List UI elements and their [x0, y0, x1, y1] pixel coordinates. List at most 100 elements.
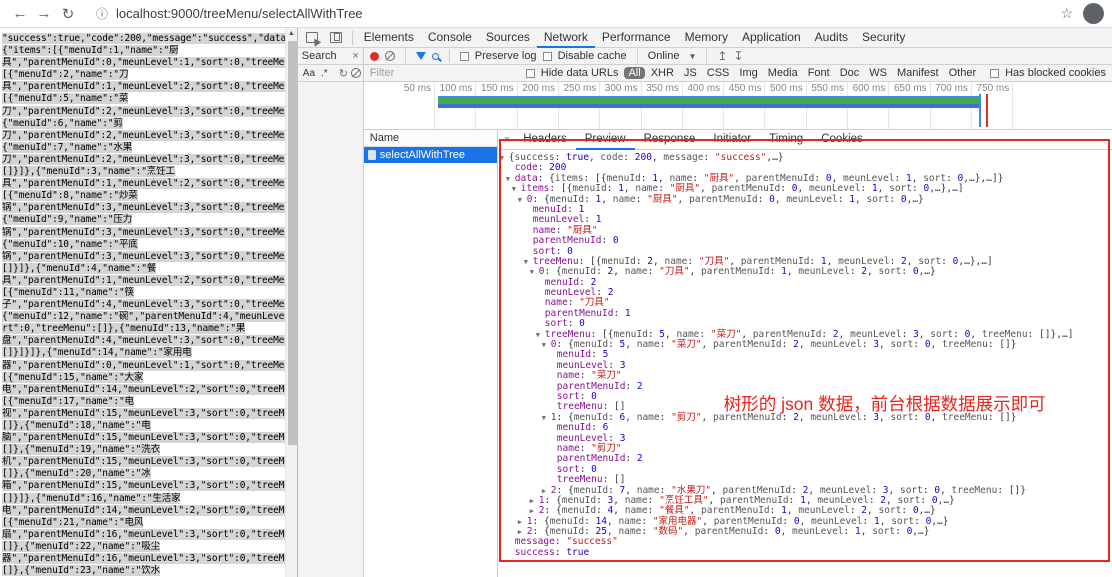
divider: [352, 31, 353, 45]
disclosure-triangle-open-icon[interactable]: ▼: [512, 184, 521, 194]
raw-json-line: {"menuId":7,"name":"水果: [2, 142, 285, 154]
devtools-tab-audits[interactable]: Audits: [808, 28, 855, 48]
disclosure-triangle-open-icon[interactable]: ▼: [524, 257, 533, 267]
disclosure-triangle-open-icon[interactable]: ▼: [530, 267, 539, 277]
timeline-tick: 50 ms: [394, 82, 435, 129]
record-button[interactable]: [370, 52, 379, 61]
export-har-icon[interactable]: ↧: [733, 49, 743, 63]
preview-line: success: true: [498, 548, 1112, 558]
filter-chip-img[interactable]: Img: [735, 67, 761, 79]
match-case-button[interactable]: Aa: [303, 68, 315, 79]
disable-cache-checkbox[interactable]: [543, 52, 552, 61]
page-scrollbar[interactable]: ▲: [285, 28, 297, 577]
disclosure-triangle-open-icon[interactable]: ▼: [536, 330, 545, 340]
disclosure-triangle-closed-icon[interactable]: ▶: [518, 517, 527, 527]
filter-funnel-icon[interactable]: [416, 52, 426, 60]
devtools-tab-security[interactable]: Security: [855, 28, 912, 48]
devtools-tab-elements[interactable]: Elements: [357, 28, 421, 48]
page-info-icon[interactable]: ⓘ: [96, 5, 108, 22]
hide-data-urls-checkbox[interactable]: [526, 69, 535, 78]
raw-json-line: []},{"menuId":19,"name":"洗衣: [2, 444, 285, 456]
disclosure-triangle-open-icon[interactable]: ▼: [518, 195, 527, 205]
document-icon: [368, 150, 376, 160]
clear-requests-icon[interactable]: [385, 51, 395, 61]
disclosure-triangle-open-icon[interactable]: ▼: [506, 174, 515, 184]
scrollbar-thumb[interactable]: [288, 41, 298, 445]
raw-json-line: 器","parentMenuId":16,"meunLevel":3,"sort…: [2, 553, 285, 565]
filter-chip-font[interactable]: Font: [804, 67, 834, 79]
filter-chip-js[interactable]: JS: [680, 67, 701, 79]
filter-chip-xhr[interactable]: XHR: [647, 67, 678, 79]
detail-tab-timing[interactable]: Timing: [760, 130, 812, 150]
page-content-raw-json: "success":true,"code":200,"message":"suc…: [0, 28, 285, 577]
preview-expandable-line[interactable]: ▼{success: true, code: 200, message: "su…: [498, 153, 1112, 163]
detail-tab-initiator[interactable]: Initiator: [704, 130, 760, 150]
search-clear-icon[interactable]: [351, 68, 361, 78]
search-pane-close-icon[interactable]: ×: [352, 50, 358, 62]
raw-json-line: 电","parentMenuId":14,"meunLevel":2,"sort…: [2, 505, 285, 517]
bookmark-star-icon[interactable]: ☆: [1060, 5, 1073, 22]
throttling-dropdown[interactable]: Online: [648, 50, 680, 62]
inspect-element-icon[interactable]: [306, 32, 318, 43]
search-icon[interactable]: [432, 53, 439, 60]
annotation-text: 树形的 json 数据，前台根据数据展示即可: [724, 391, 1046, 416]
preview-expandable-line[interactable]: ▼0: {menuId: 1, name: "厨具", parentMenuId…: [498, 195, 1112, 205]
network-overview-timeline[interactable]: 50 ms100 ms150 ms200 ms250 ms300 ms350 m…: [364, 82, 1112, 130]
devtools-tab-memory[interactable]: Memory: [678, 28, 735, 48]
scrollbar-up-arrow-icon[interactable]: ▲: [286, 28, 297, 40]
blocked-cookies-label: Has blocked cookies: [1005, 67, 1106, 79]
raw-json-line: []},{"menuId":22,"name":"吸尘: [2, 541, 285, 553]
raw-json-line: 盘","parentMenuId":4,"meunLevel":3,"sort"…: [2, 335, 285, 347]
detail-tab-response[interactable]: Response: [635, 130, 705, 150]
search-refresh-icon[interactable]: ↻: [339, 67, 348, 80]
filter-chip-doc[interactable]: Doc: [836, 67, 864, 79]
address-bar[interactable]: ⓘ localhost:9000/treeMenu/selectAllWithT…: [86, 3, 1040, 25]
disclosure-triangle-closed-icon[interactable]: ▶: [530, 496, 539, 506]
preserve-log-checkbox[interactable]: [460, 52, 469, 61]
filter-chip-manifest[interactable]: Manifest: [893, 67, 943, 79]
filter-chip-media[interactable]: Media: [764, 67, 802, 79]
detail-tab-cookies[interactable]: Cookies: [812, 130, 872, 150]
filter-chip-other[interactable]: Other: [945, 67, 981, 79]
raw-json-line: 脑","parentMenuId":15,"meunLevel":3,"sort…: [2, 432, 285, 444]
import-har-icon[interactable]: ↥: [717, 49, 727, 63]
disclosure-triangle-open-icon[interactable]: ▼: [542, 413, 551, 423]
divider: [637, 49, 638, 63]
filter-chip-css[interactable]: CSS: [703, 67, 734, 79]
raw-json-line: [{"menuId":17,"name":"电: [2, 396, 285, 408]
raw-json-line: 刀","parentMenuId":2,"meunLevel":3,"sort"…: [2, 130, 285, 142]
devtools-tab-console[interactable]: Console: [421, 28, 479, 48]
raw-json-line: 视","parentMenuId":15,"meunLevel":3,"sort…: [2, 408, 285, 420]
raw-json-line: []}]},{"menuId":3,"name":"烹饪工: [2, 166, 285, 178]
profile-avatar[interactable]: [1083, 3, 1104, 24]
devtools-tab-sources[interactable]: Sources: [479, 28, 537, 48]
regex-button[interactable]: .*: [321, 68, 328, 79]
reload-button[interactable]: ↻: [56, 5, 80, 23]
request-row-selectallwithtree[interactable]: selectAllWithTree: [364, 147, 497, 163]
blocked-cookies-checkbox[interactable]: [990, 69, 999, 78]
detail-tab-preview[interactable]: Preview: [576, 130, 635, 150]
disclosure-triangle-open-icon[interactable]: ▼: [500, 153, 509, 163]
device-toolbar-icon[interactable]: [330, 32, 342, 43]
filter-chip-all[interactable]: All: [624, 67, 644, 79]
raw-json-line: 器","parentMenuId":0,"meunLevel":1,"sort"…: [2, 360, 285, 372]
raw-json-line: 锅","parentMenuId":3,"meunLevel":3,"sort"…: [2, 251, 285, 263]
preview-line: parentMenuId: 0: [498, 236, 1112, 246]
detail-close-icon[interactable]: ×: [504, 134, 510, 146]
devtools-tab-performance[interactable]: Performance: [595, 28, 678, 48]
raw-json-line: 具","parentMenuId":0,"meunLevel":1,"sort"…: [2, 57, 285, 69]
preserve-log-label: Preserve log: [475, 50, 537, 62]
raw-json-line: 具","parentMenuId":1,"meunLevel":2,"sort"…: [2, 178, 285, 190]
forward-button[interactable]: →: [32, 5, 56, 22]
raw-json-line: 电","parentMenuId":14,"meunLevel":2,"sort…: [2, 384, 285, 396]
back-button[interactable]: ←: [8, 5, 32, 22]
requests-column-header[interactable]: Name: [364, 130, 497, 147]
raw-json-line: 扇","parentMenuId":16,"meunLevel":3,"sort…: [2, 529, 285, 541]
disclosure-triangle-open-icon[interactable]: ▼: [542, 340, 551, 350]
devtools-tab-network[interactable]: Network: [537, 28, 595, 48]
filter-chip-ws[interactable]: WS: [865, 67, 891, 79]
raw-json-line: rt":0,"treeMenu":[]},{"menuId":13,"name"…: [2, 323, 285, 335]
devtools-tab-application[interactable]: Application: [735, 28, 808, 48]
detail-tab-headers[interactable]: Headers: [514, 130, 575, 150]
filter-input[interactable]: [370, 67, 520, 79]
